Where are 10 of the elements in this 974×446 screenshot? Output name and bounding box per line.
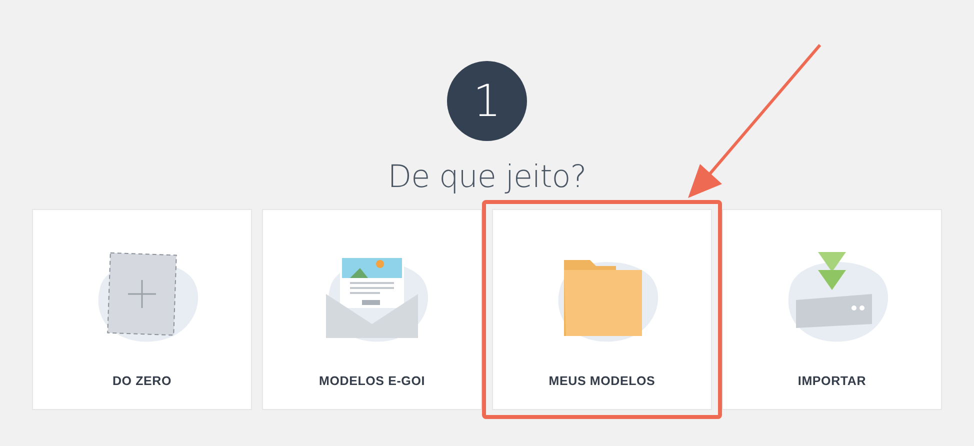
step-title: De que jeito? [388,159,586,195]
option-card[interactable]: DO ZERO [32,209,252,410]
option-label: IMPORTAR [798,374,866,388]
option-card[interactable]: MODELOS E-GOI [262,209,482,410]
option-card[interactable]: IMPORTAR [722,209,942,410]
option-label: MEUS MODELOS [548,374,656,388]
step-number: 1 [447,61,527,141]
option-label: MODELOS E-GOI [319,374,425,388]
option-label: DO ZERO [112,374,172,388]
option-card[interactable]: MEUS MODELOS [492,209,712,410]
